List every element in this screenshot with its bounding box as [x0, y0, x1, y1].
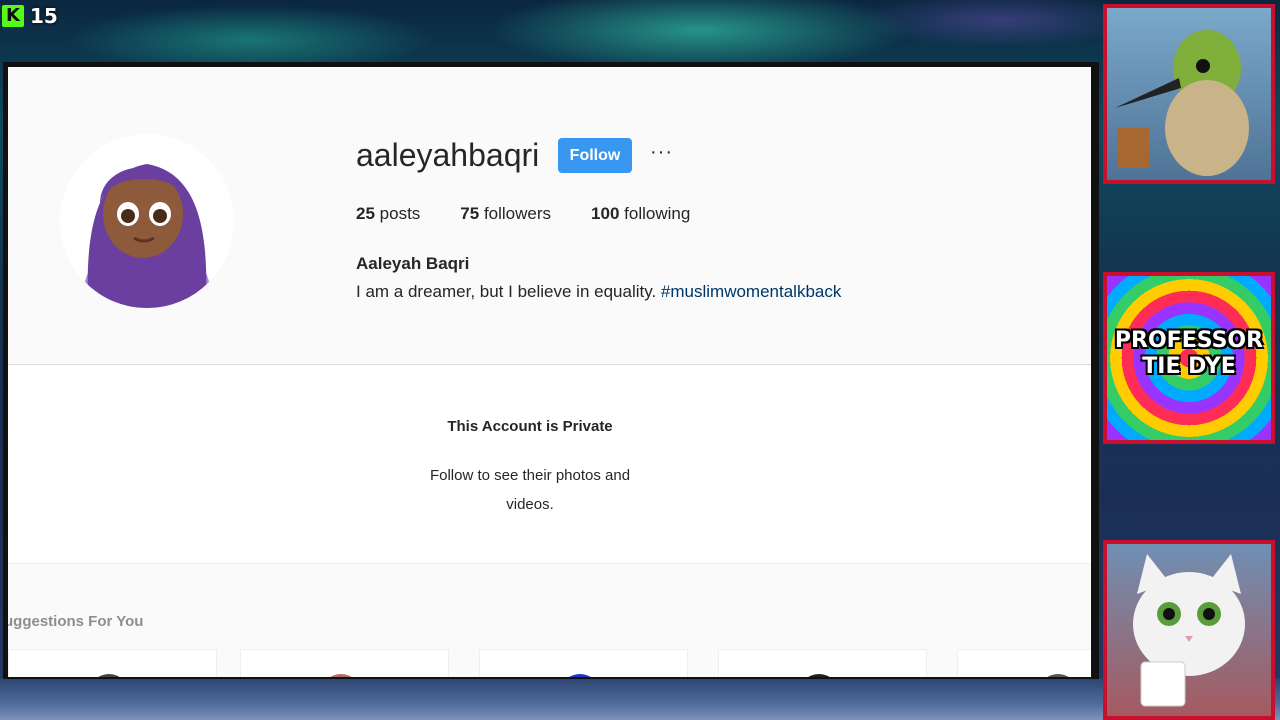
stat-following[interactable]: 100 following [591, 204, 690, 224]
following-count: 100 [591, 204, 620, 223]
private-account-title: This Account is Private [447, 418, 613, 435]
profile-bio: I am a dreamer, but I believe in equalit… [356, 282, 841, 302]
followers-label: followers [483, 204, 552, 223]
hummingbird-illustration-icon [1115, 30, 1249, 176]
stat-posts: 25 posts [356, 204, 420, 224]
suggestion-card[interactable] [8, 649, 217, 677]
hijab-woman-emoji-icon [82, 164, 212, 308]
kick-logo-icon: K [2, 5, 24, 27]
suggestion-avatar [1038, 674, 1078, 677]
more-options-icon[interactable]: ··· [650, 141, 673, 164]
avatar[interactable] [60, 134, 234, 308]
private-account-subtitle: Follow to see their photos and videos. [429, 467, 631, 513]
suggestions-heading: uggestions For You [8, 613, 144, 630]
banner-line-2: TIE DYE [1142, 354, 1236, 379]
suggestion-avatar [89, 674, 129, 677]
hummingbird-panel [1103, 4, 1275, 184]
bio-hashtag-link[interactable]: #muslimwomentalkback [661, 282, 841, 301]
snow-ground [0, 678, 1280, 720]
follow-button[interactable]: Follow [558, 138, 632, 173]
posts-count: 25 [356, 204, 375, 223]
profile-username: aaleyahbaqri [356, 137, 540, 173]
suggestion-card[interactable] [240, 649, 449, 677]
stat-followers[interactable]: 75 followers [460, 204, 551, 224]
posts-label: posts [379, 204, 421, 223]
suggestion-avatar [799, 674, 839, 677]
profile-full-name: Aaleyah Baqri [356, 254, 470, 273]
tie-dye-banner: PROFESSOR TIE DYE [1107, 328, 1271, 380]
suggestion-card[interactable] [957, 649, 1091, 677]
profile-stats: 25 posts 75 followers 100 following [356, 204, 730, 224]
suggestion-card[interactable] [718, 649, 927, 677]
suggestion-avatar [321, 674, 361, 677]
viewer-counter: K 15 [2, 4, 58, 28]
followers-count: 75 [460, 204, 480, 223]
following-label: following [624, 204, 691, 223]
bio-text: I am a dreamer, but I believe in equalit… [356, 282, 661, 301]
banner-line-1: PROFESSOR [1114, 328, 1264, 353]
suggestion-card[interactable] [479, 649, 688, 677]
viewer-count: 15 [30, 4, 58, 28]
cat-illustration-icon [1133, 554, 1245, 707]
instagram-profile-page: aaleyahbaqri Follow ··· 25 posts 75 foll… [8, 67, 1091, 677]
suggestion-avatar [560, 674, 600, 677]
tie-dye-banner-panel: PROFESSOR TIE DYE [1103, 272, 1275, 444]
cat-panel [1103, 540, 1275, 720]
